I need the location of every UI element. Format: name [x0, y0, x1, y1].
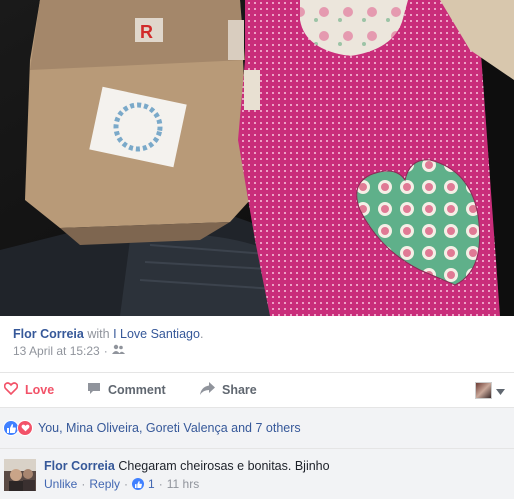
comment-icon — [87, 382, 101, 398]
meta-separator: · — [103, 344, 108, 358]
like-reaction-icon — [132, 478, 145, 490]
reaction-as-selector[interactable] — [475, 381, 505, 399]
comment-dot: · — [158, 477, 163, 491]
comment-author-link[interactable]: Flor Correia — [44, 459, 115, 473]
comment-button[interactable]: Comment — [87, 382, 166, 398]
post-photo[interactable]: R — [0, 0, 514, 316]
love-reaction-icon — [17, 420, 33, 436]
comment-actions: Unlike · Reply · 1 · 11 hrs — [44, 477, 330, 491]
comment: Flor Correia Chegaram cheirosas e bonita… — [44, 459, 330, 491]
post-action-bar: Love Comment Share — [0, 372, 514, 408]
comment-list: Flor Correia Chegaram cheirosas e bonita… — [0, 448, 514, 499]
tagged-page-link[interactable]: I Love Santiago — [113, 327, 200, 341]
friends-icon[interactable] — [111, 344, 125, 358]
unlike-link[interactable]: Unlike — [44, 477, 77, 491]
share-label: Share — [222, 383, 257, 397]
post-header: Flor Correia with I Love Santiago. 13 Ap… — [13, 326, 503, 358]
post-author-link[interactable]: Flor Correia — [13, 327, 84, 341]
love-button[interactable]: Love — [3, 382, 55, 398]
chevron-down-icon — [496, 383, 505, 398]
svg-text:R: R — [140, 22, 153, 42]
commenter-avatar[interactable] — [4, 459, 36, 491]
post-timestamp[interactable]: 13 April at 15:23 — [13, 344, 100, 358]
reactions-summary-text[interactable]: You, Mina Oliveira, Goreti Valença and 7… — [38, 421, 301, 435]
reactions-summary[interactable]: You, Mina Oliveira, Goreti Valença and 7… — [0, 408, 514, 448]
comment-like-count[interactable]: 1 — [148, 477, 155, 491]
comment-text: Chegaram cheirosas e bonitas. Bjinho — [118, 459, 330, 473]
comment-time[interactable]: 11 hrs — [167, 477, 199, 491]
share-button[interactable]: Share — [200, 382, 257, 398]
post-author-line: Flor Correia with I Love Santiago. — [13, 326, 503, 342]
with-text: with — [87, 327, 110, 341]
comment-label: Comment — [108, 383, 166, 397]
heart-icon — [3, 382, 19, 398]
comment-text-line: Flor Correia Chegaram cheirosas e bonita… — [44, 459, 330, 473]
post-meta-line: 13 April at 15:23 · — [13, 344, 503, 358]
avatar — [475, 381, 492, 399]
comment-dot: · — [81, 477, 86, 491]
reaction-icons — [3, 420, 33, 436]
period-text: . — [199, 327, 204, 341]
reply-link[interactable]: Reply — [89, 477, 120, 491]
comment-dot: · — [124, 477, 129, 491]
love-label: Love — [25, 383, 55, 397]
share-icon — [200, 382, 215, 398]
